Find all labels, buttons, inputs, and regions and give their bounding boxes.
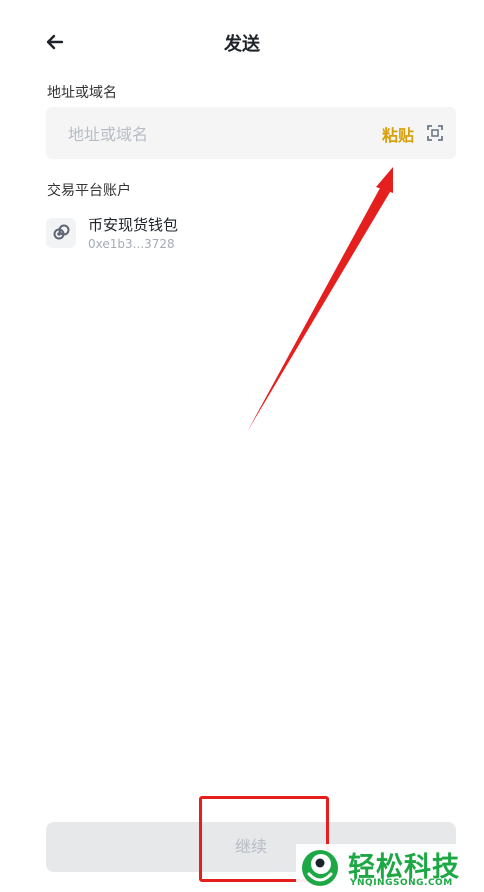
exchange-section-label: 交易平台账户 [47, 183, 131, 199]
top-bar: 发送 [0, 22, 484, 62]
address-field-label: 地址或域名 [47, 85, 117, 101]
address-input-container: 粘贴 [46, 107, 456, 161]
scan-button[interactable] [427, 125, 443, 141]
account-item-binance-spot[interactable]: 币安现货钱包 0xe1b3...3728 [46, 212, 346, 256]
account-address: 0xe1b3...3728 [88, 237, 175, 251]
paste-button[interactable]: 粘贴 [382, 122, 414, 146]
address-input[interactable] [66, 107, 360, 161]
scan-icon [427, 125, 443, 141]
page-title: 发送 [224, 34, 260, 55]
watermark-subtitle: YNQINGSONG.COM [350, 878, 453, 888]
binance-wallet-icon [46, 218, 76, 248]
watermark-logo-icon [302, 850, 338, 886]
watermark: 轻松科技 YNQINGSONG.COM [296, 844, 484, 892]
account-name: 币安现货钱包 [88, 216, 179, 234]
